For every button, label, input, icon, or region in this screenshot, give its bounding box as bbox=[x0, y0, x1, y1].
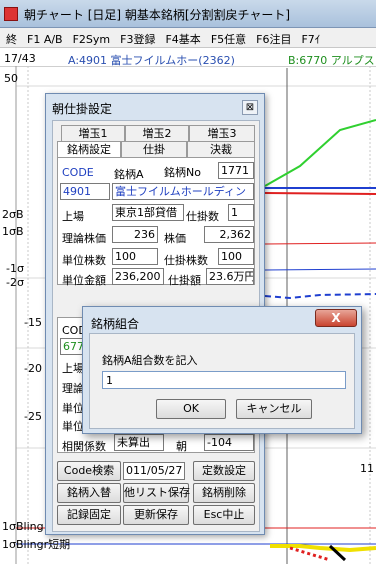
app-title: 朝チャート [日足] 朝基本銘柄[分割割戻チャート] bbox=[24, 8, 291, 22]
shikake-kabusu-label: 仕掛株数 bbox=[164, 254, 208, 267]
kabuka-field[interactable]: 2,362 bbox=[204, 226, 254, 243]
ta-list-button[interactable]: 他リスト保存 bbox=[123, 483, 190, 503]
chart-stock-b: B:6770 アルプス bbox=[288, 54, 375, 67]
combo-count-input[interactable] bbox=[102, 371, 346, 389]
dashed-series bbox=[264, 293, 376, 300]
chevron-down-icon: ▾ bbox=[182, 464, 184, 477]
jojo-label: 上場 bbox=[62, 210, 84, 223]
tab-shikake[interactable]: 仕掛 bbox=[121, 141, 187, 157]
combo-title: 銘柄組合 bbox=[91, 317, 140, 331]
code-a-field[interactable]: 4901 bbox=[60, 183, 110, 200]
date-select[interactable]: 011/05/27 ▾ bbox=[123, 462, 185, 480]
axis-label: -15 bbox=[24, 316, 42, 329]
meigara-sakujo-button[interactable]: 銘柄削除 bbox=[193, 483, 255, 503]
menu-f1[interactable]: F1 A/B bbox=[21, 30, 67, 46]
meigara-no-field[interactable]: 1771 bbox=[218, 162, 254, 179]
name-a-field[interactable]: 富士フイルムホールディン bbox=[112, 183, 254, 200]
blue-band bbox=[264, 268, 376, 271]
shikake-count-label: 仕掛数 bbox=[186, 210, 219, 223]
chart-stock-a: A:4901 富士フイルムホー(2362) bbox=[68, 54, 235, 67]
tani2-b-label: 単位 bbox=[62, 420, 84, 433]
meigara-a-panel: CODE 銘柄A 銘柄No 1771 4901 富士フイルムホールディン 上場 … bbox=[57, 157, 255, 287]
sokan-field: 未算出 bbox=[114, 434, 164, 451]
koshin-button[interactable]: 更新保存 bbox=[123, 505, 189, 525]
axis-label: 1σB bbox=[2, 225, 24, 238]
kabuka-label: 株価 bbox=[164, 232, 186, 245]
teisu-button[interactable]: 定数設定 bbox=[193, 461, 255, 481]
shikake-gaku-field[interactable]: 23.6万円 bbox=[206, 268, 254, 285]
sokan-label: 相関係数 bbox=[62, 440, 106, 453]
app-icon bbox=[4, 7, 18, 21]
combo-close-button[interactable]: X bbox=[315, 309, 357, 327]
tani-kingaku-label: 単位金額 bbox=[62, 274, 106, 287]
combo-body: 銘柄A組合数を記入 OK キャンセル bbox=[89, 333, 355, 429]
menu-f4[interactable]: F4基本 bbox=[159, 28, 204, 47]
riron-b-label: 理論 bbox=[62, 382, 84, 395]
cancel-button[interactable]: キャンセル bbox=[236, 399, 312, 419]
menu-f6[interactable]: F6注目 bbox=[250, 28, 295, 47]
settings-close-button[interactable]: ⊠ bbox=[242, 100, 258, 115]
chart-pager: 17/43 bbox=[4, 52, 36, 65]
date-value: 011/05/27 bbox=[126, 464, 183, 477]
tani-field[interactable]: 100 bbox=[112, 248, 158, 265]
green-series bbox=[264, 119, 376, 187]
yellow-series bbox=[270, 544, 376, 553]
kiroku-button[interactable]: 記録固定 bbox=[57, 505, 121, 525]
axis-label: -20 bbox=[24, 362, 42, 375]
tab-kessai[interactable]: 決裁 bbox=[187, 141, 255, 157]
tani-kingaku-field[interactable]: 236,200 bbox=[112, 268, 164, 285]
combo-dialog: 銘柄組合 X 銘柄A組合数を記入 OK キャンセル bbox=[82, 306, 362, 434]
app-titlebar: 朝チャート [日足] 朝基本銘柄[分割割戻チャート] bbox=[0, 0, 376, 28]
axis-label: 2σB bbox=[2, 208, 24, 221]
code-label: CODE bbox=[62, 166, 94, 179]
tani-label: 単位株数 bbox=[62, 254, 106, 267]
meigara-nyukae-button[interactable]: 銘柄入替 bbox=[57, 483, 121, 503]
shikake-count-field[interactable]: 1 bbox=[228, 204, 254, 221]
asa-field: -104 bbox=[204, 434, 254, 451]
red-series bbox=[264, 192, 376, 195]
tab-zouhyoku1[interactable]: 増玉1 bbox=[61, 125, 125, 141]
axis-label: -1σ bbox=[6, 262, 24, 275]
settings-title: 朝仕掛設定 bbox=[52, 102, 113, 116]
menubar: 終 F1 A/B F2Sym F3登録 F4基本 F5任意 F6注目 F7ｲ bbox=[0, 28, 376, 48]
axis-label: -25 bbox=[24, 410, 42, 423]
shikake-kabusu-field[interactable]: 100 bbox=[218, 248, 254, 265]
tab-zouhyoku2[interactable]: 増玉2 bbox=[125, 125, 189, 141]
red-band bbox=[264, 242, 376, 245]
menu-f5[interactable]: F5任意 bbox=[205, 28, 250, 47]
menu-f7[interactable]: F7ｲ bbox=[295, 28, 324, 47]
axis-label: 1σBling bbox=[2, 520, 44, 533]
market-a-field[interactable]: 東京1部貸借 bbox=[112, 204, 184, 221]
riron-field[interactable]: 236 bbox=[112, 226, 158, 243]
shikake-gaku-label: 仕掛額 bbox=[168, 274, 201, 287]
combo-prompt: 銘柄A組合数を記入 bbox=[102, 354, 198, 367]
axis-label: 11 bbox=[360, 462, 374, 475]
tab-meigara-settei[interactable]: 銘柄設定 bbox=[57, 141, 121, 157]
axis-label: 50 bbox=[4, 72, 18, 85]
ok-button[interactable]: OK bbox=[156, 399, 226, 419]
code-search-button[interactable]: Code検索 bbox=[57, 461, 121, 481]
axis-label: -2σ bbox=[6, 276, 24, 289]
menu-end[interactable]: 終 bbox=[0, 28, 21, 47]
meigara-no-label: 銘柄No bbox=[164, 166, 201, 179]
tani-b-label: 単位 bbox=[62, 402, 84, 415]
esc-button[interactable]: Esc中止 bbox=[193, 505, 255, 525]
menu-f2[interactable]: F2Sym bbox=[67, 30, 115, 46]
jojo-b-label: 上場 bbox=[62, 362, 84, 375]
tab-zouhyoku3[interactable]: 増玉3 bbox=[189, 125, 255, 141]
axis-label: 1σBlingr短期 bbox=[2, 538, 71, 551]
riron-label: 理論株価 bbox=[62, 232, 106, 245]
meigara-a-label: 銘柄A bbox=[114, 168, 144, 181]
menu-f3[interactable]: F3登録 bbox=[114, 28, 159, 47]
asa-label: 朝 bbox=[176, 440, 187, 453]
